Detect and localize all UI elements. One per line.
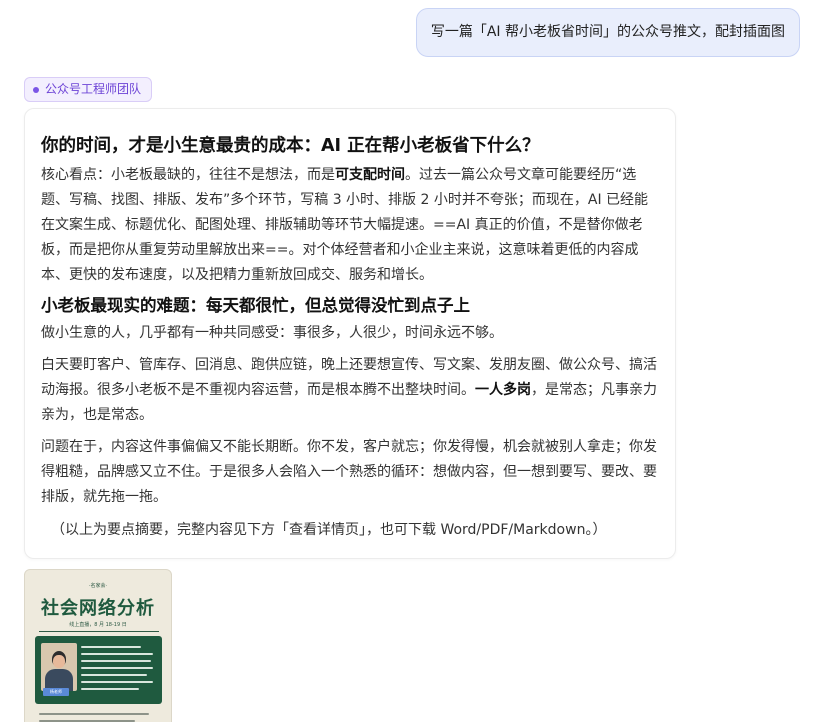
summary-note: （以上为要点摘要，完整内容见下方「查看详情页」，也可下载 Word/PDF/Ma… [51, 522, 607, 538]
poster-text-line [81, 667, 153, 669]
paragraph-3: 问题在于，内容这件事偏偏又不能长期断。你不发，客户就忘；你发得慢，机会就被别人拿… [41, 439, 657, 505]
paragraph-2-bold: 一人多岗 [475, 382, 531, 398]
poster-text-line [81, 660, 151, 662]
paragraph-2: 白天要盯客户、管库存、回消息、跑供应链，晚上还要想宣传、写文案、发朋友圈、做公众… [41, 353, 659, 428]
article-title: 你的时间，才是小生意最贵的成本：AI 正在帮小老板省下什么？ [41, 136, 540, 156]
speaker-name-badge: 杨老师 [43, 688, 69, 696]
speaker-photo [41, 643, 77, 691]
section-title: 小老板最现实的难题：每天都很忙，但总觉得没忙到点子上 [41, 296, 470, 315]
poster-text-line [39, 713, 149, 715]
core-bold-text: 可支配时间 [335, 167, 405, 183]
poster-subtitle: 线上直播，8 月 18-19 日 [69, 622, 127, 628]
poster-title: 社会网络分析 [41, 598, 155, 619]
user-message-text: 写一篇「AI 帮小老板省时间」的公众号推文，配封插面图 [430, 24, 785, 40]
agent-tag-label: 公众号工程师团队 [45, 82, 142, 96]
speaker-face-shape [53, 655, 65, 668]
core-label: 核心看点： [41, 167, 111, 183]
poster-divider [39, 631, 159, 632]
core-highlight-paragraph: 核心看点：小老板最缺的，往往不是想法，而是可支配时间。过去一篇公众号文章可能要经… [41, 163, 659, 288]
paragraph-1: 做小生意的人，几乎都有一种共同感受：事很多，人很少，时间永远不够。 [41, 325, 503, 341]
poster-text-line [81, 674, 147, 676]
poster-speaker-panel: 杨老师 [35, 636, 162, 704]
poster-text-line [81, 681, 153, 683]
poster-top-small: ·名家会· [88, 583, 108, 589]
cover-image-thumbnail[interactable]: ·名家会· 社会网络分析 线上直播，8 月 18-19 日 杨老师 [24, 569, 172, 722]
user-message-bubble: 写一篇「AI 帮小老板省时间」的公众号推文，配封插面图 [415, 8, 800, 57]
core-text-2: 。过去一篇公众号文章可能要经历“选题、写稿、找图、排版、发布”多个环节，写稿 3… [41, 167, 649, 283]
core-text-1: 小老板最缺的，往往不是想法，而是 [111, 167, 335, 183]
poster-text-line [81, 653, 153, 655]
poster-text-line [81, 688, 139, 690]
agent-dot-icon [33, 86, 39, 93]
agent-team-tag[interactable]: 公众号工程师团队 [24, 77, 153, 102]
poster-text-line [81, 646, 141, 648]
article-summary-card: 你的时间，才是小生意最贵的成本：AI 正在帮小老板省下什么？ 核心看点：小老板最… [24, 108, 676, 559]
